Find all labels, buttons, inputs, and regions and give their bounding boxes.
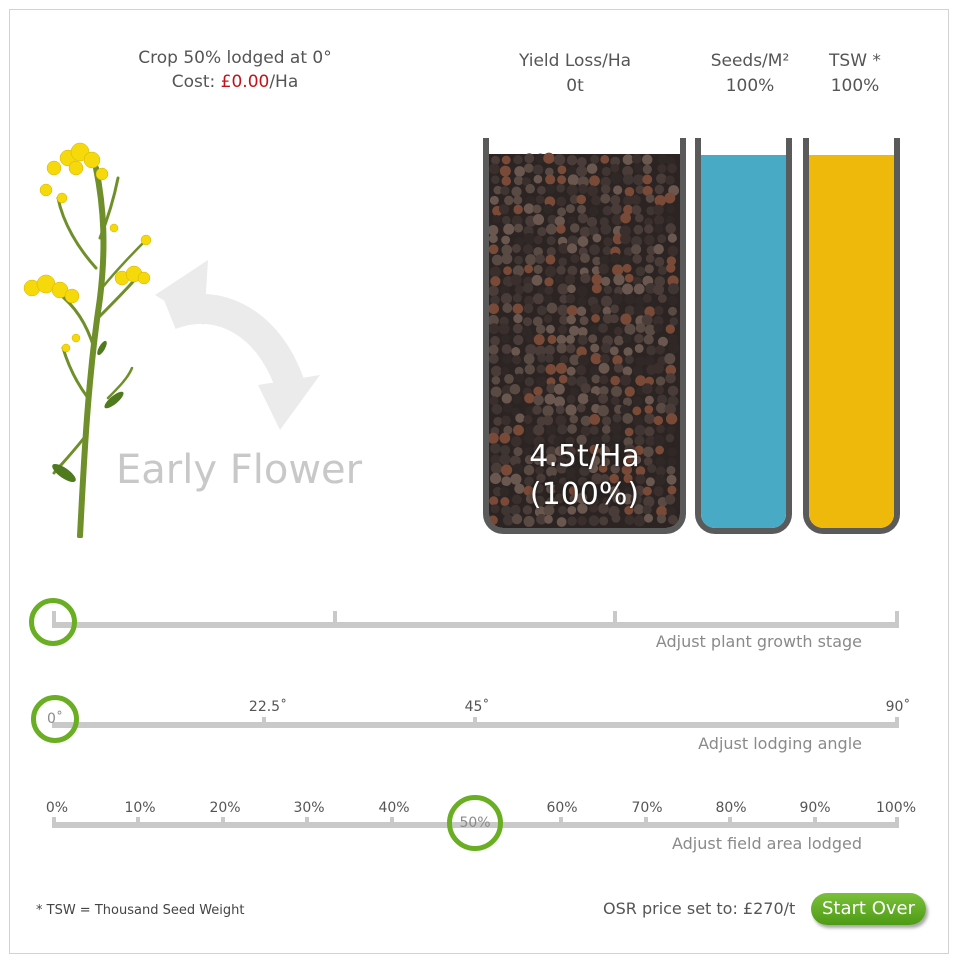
tsw-label: TSW * [829,51,881,71]
area-label: 20% [209,800,241,816]
area-tick [644,817,648,826]
area-tick [136,817,140,826]
area-tick [52,817,56,826]
cost-prefix: Cost: [171,72,221,92]
seeds-tube [695,138,792,534]
area-label: 0% [45,800,69,816]
growth-stage-label: Early Flower [116,447,363,493]
tsw-value: 100% [830,76,880,96]
angle-tick [262,717,266,726]
tsw-tube [803,138,900,534]
area-label: 30% [293,800,325,816]
seeds-label: Seeds/M² [710,51,790,71]
tsw-fill [809,155,894,528]
angle-label-22: 22.5˚ [248,699,288,715]
yield-readout: 4.5t/Ha (100%) [489,438,680,514]
rotate-arrow-icon [155,260,320,430]
lodging-angle-caption: Adjust lodging angle [698,734,862,753]
area-tick [728,817,732,826]
growth-tick [895,611,899,628]
area-tick [305,817,309,826]
start-over-button[interactable]: Start Over [811,893,926,925]
cost-suffix: /Ha [269,72,299,92]
area-label: 80% [715,800,747,816]
area-label: 10% [124,800,156,816]
area-label: 100% [875,800,917,816]
field-area-caption: Adjust field area lodged [671,834,862,853]
growth-stage-knob[interactable] [29,598,77,646]
angle-label-90: 90˚ [885,699,911,715]
yield-loss-value: 0t [566,76,584,96]
lodging-summary: Crop 50% lodged at 0° Cost: £0.00/Ha [120,46,350,94]
area-tick [813,817,817,826]
yield-percent: (100%) [529,477,640,512]
angle-tick [473,717,477,726]
lodging-angle-knob[interactable]: 0˚ [31,695,79,743]
yield-loss-label: Yield Loss/Ha [518,51,632,71]
yield-amount: 4.5t/Ha [529,439,640,474]
seeds-value: 100% [725,76,775,96]
growth-tick [333,611,337,628]
tsw-footnote: * TSW = Thousand Seed Weight [36,903,245,918]
cost-value: £0.00 [220,72,270,92]
area-tick [390,817,394,826]
osr-price: OSR price set to: £270/t [603,899,796,918]
area-label: 90% [799,800,831,816]
lodged-text: Crop 50% lodged at 0° [138,48,332,68]
growth-stage-caption: Adjust plant growth stage [655,632,862,651]
angle-tick [895,717,899,726]
yield-tube: 4.5t/Ha (100%) [483,138,686,534]
tsw-stat: TSW * 100% [810,49,900,99]
cost-line: Cost: £0.00/Ha [120,70,350,94]
area-label: 60% [546,800,578,816]
area-tick [559,817,563,826]
area-label: 40% [378,800,410,816]
seeds-stat: Seeds/M² 100% [690,49,810,99]
area-tick [221,817,225,826]
angle-label-45: 45˚ [464,699,490,715]
area-tick [895,817,899,826]
field-area-knob[interactable]: 50% [447,795,503,851]
seeds-fill [701,155,786,528]
area-label: 70% [631,800,663,816]
growth-stage-track[interactable] [52,622,899,628]
growth-tick [613,611,617,628]
yield-loss-stat: Yield Loss/Ha 0t [490,49,660,99]
